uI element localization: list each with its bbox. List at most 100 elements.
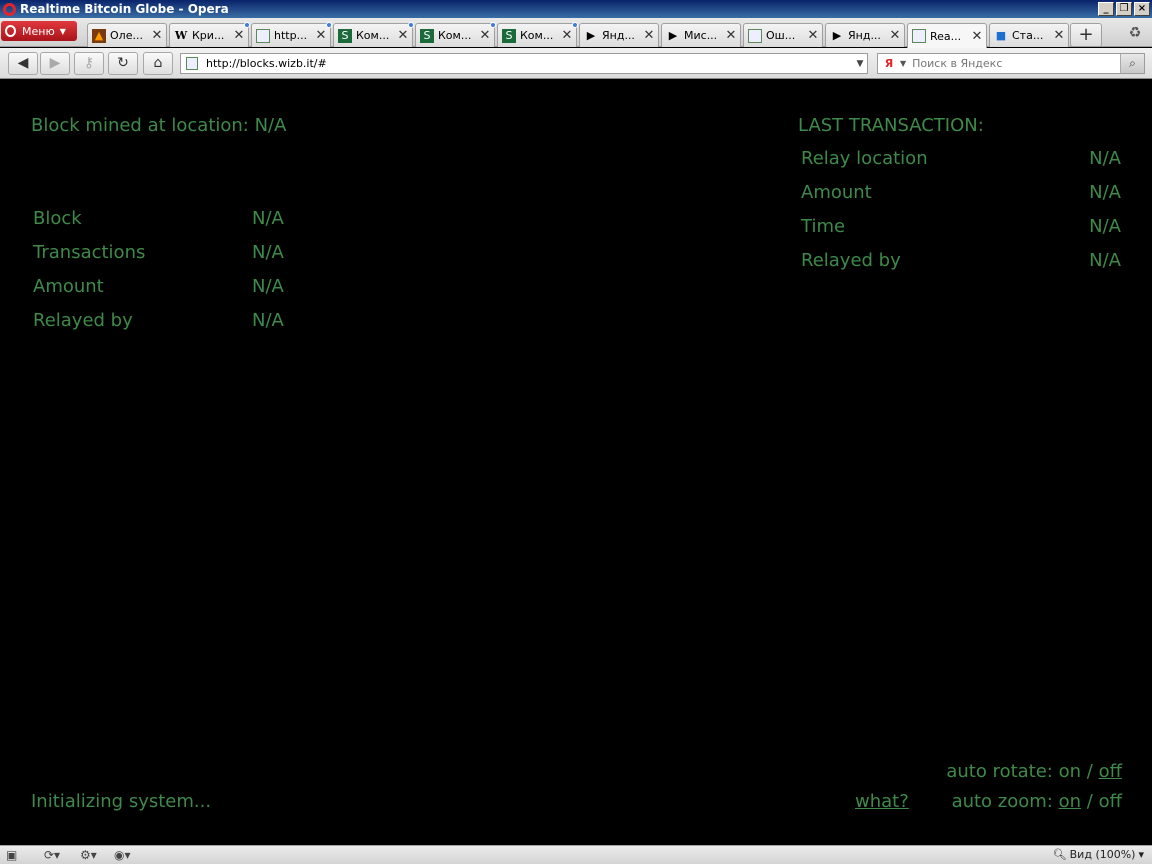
tx-value: N/A [1089,182,1121,203]
browser-tab[interactable]: S Ком... ✕ [333,22,414,47]
info-label: Relayed by [33,310,133,331]
chevron-down-icon: ▼ [59,26,66,36]
opera-menu-button[interactable]: Меню ▼ [1,21,77,41]
close-tab-icon[interactable]: ✕ [642,28,656,43]
image-tab-icon: ▲ [92,28,106,43]
auto-rotate-off-link[interactable]: off [1099,761,1122,782]
wand-button[interactable]: ⚷ [74,52,104,75]
block-info-row: Block N/A [33,208,284,229]
close-tab-icon[interactable]: ✕ [314,28,328,43]
info-label: Block [33,208,82,229]
info-value: N/A [252,310,284,331]
separator: / [1086,791,1093,812]
tab-notification-dot [326,22,332,28]
tx-label: Relayed by [801,250,901,271]
auto-rotate-control: auto rotate: on / off [946,761,1122,782]
cube-icon: ■ [995,28,1007,42]
browser-tab[interactable]: http... ✕ [251,22,332,47]
info-label: Transactions [33,242,146,263]
status-bar: ▣ ⟳▾ ⚙▾ ◉▾ 🔍︎ Вид (100%) ▾ [0,845,1152,864]
chevron-down-icon[interactable]: ▼ [900,59,906,68]
browser-tab[interactable]: Ош... ✕ [743,23,823,47]
arrow-left-icon: ◀ [17,55,29,71]
tab-label: http... [274,29,308,42]
page-icon [186,57,198,70]
tab-notification-dot [408,22,414,28]
play-icon: ▶ [668,28,678,42]
new-tab-button[interactable]: + [1070,23,1102,47]
browser-tab-active[interactable]: Rea... ✕ [907,23,987,48]
zoom-label: Вид (100%) [1069,848,1136,861]
tab-label: Янд... [848,29,881,42]
close-tab-icon[interactable]: ✕ [560,28,574,43]
restore-button[interactable]: ❐ [1116,2,1132,16]
block-info-row: Transactions N/A [33,242,284,263]
browser-tab[interactable]: W Кри... ✕ [169,22,250,47]
unite-icon[interactable]: ⚙▾ [80,848,97,862]
block-info-row: Relayed by N/A [33,310,284,331]
browser-tab[interactable]: ▶ Янд... ✕ [825,23,905,47]
minimize-button[interactable]: _ [1098,2,1114,16]
close-tab-icon[interactable]: ✕ [396,28,410,43]
close-tab-icon[interactable]: ✕ [478,28,492,43]
transaction-row: Relayed by N/A [801,250,1121,271]
tx-label: Relay location [801,148,928,169]
auto-zoom-control: auto zoom: on / off [952,791,1122,812]
close-tab-icon[interactable]: ✕ [888,28,902,43]
tab-label: Ком... [520,29,554,42]
close-tab-icon[interactable]: ✕ [1052,28,1066,43]
tx-value: N/A [1089,216,1121,237]
close-tab-icon[interactable]: ✕ [724,28,738,43]
search-icon[interactable]: ⌕ [1120,54,1144,73]
tab-notification-dot [244,22,250,28]
tab-label: Янд... [602,29,635,42]
trash-icon[interactable]: ♻ [1125,22,1145,44]
search-input[interactable] [912,57,1120,70]
browser-tab[interactable]: ▶ Янд... ✕ [579,23,659,47]
home-button[interactable]: ⌂ [143,52,173,75]
sync-icon[interactable]: ⟳▾ [44,848,60,862]
navigation-bar: ◀ ▶ ⚷ ↻ ⌂ http://blocks.wizb.it/# ▼ Я ▼ … [0,48,1152,79]
page-icon [912,29,926,43]
opera-logo-icon [5,25,16,37]
block-info-row: Amount N/A [33,276,284,297]
opera-logo-icon [3,2,16,16]
browser-tab[interactable]: ■ Ста... ✕ [989,23,1069,47]
close-window-button[interactable]: × [1134,2,1150,16]
auto-zoom-on-link[interactable]: on [1059,791,1081,812]
transaction-row: Time N/A [801,216,1121,237]
close-tab-icon[interactable]: ✕ [150,28,164,43]
site-icon: S [338,28,352,43]
zoom-control[interactable]: 🔍︎ Вид (100%) ▾ [1053,848,1144,861]
yandex-icon[interactable]: Я [882,57,896,71]
browser-tab[interactable]: S Ком... ✕ [415,22,496,47]
auto-rotate-label: auto rotate: [946,761,1053,782]
chevron-down-icon: ▾ [1138,848,1144,861]
turbo-icon[interactable]: ◉▾ [114,848,131,862]
auto-zoom-off: off [1098,791,1122,812]
window-title: Realtime Bitcoin Globe - Opera [20,2,229,16]
panel-toggle-icon[interactable]: ▣ [6,848,17,862]
transaction-row: Amount N/A [801,182,1121,203]
reload-icon: ↻ [117,55,129,71]
tx-label: Time [801,216,846,237]
browser-tab[interactable]: S Ком... ✕ [497,22,578,47]
what-link[interactable]: what? [855,791,909,812]
close-tab-icon[interactable]: ✕ [232,28,246,43]
back-button[interactable]: ◀ [8,52,38,75]
key-icon: ⚷ [83,55,95,71]
address-bar[interactable]: http://blocks.wizb.it/# ▼ [180,53,868,74]
search-box: Я ▼ ⌕ [877,53,1145,74]
forward-button[interactable]: ▶ [40,52,70,75]
info-value: N/A [252,276,284,297]
chevron-down-icon[interactable]: ▼ [853,59,867,69]
browser-tab[interactable]: ▶ Мис... ✕ [661,23,741,47]
browser-tab[interactable]: ▲ Оле... ✕ [87,23,167,47]
status-text: Initializing system... [31,791,212,812]
window-title-bar: Realtime Bitcoin Globe - Opera _ ❐ × [0,0,1152,18]
close-tab-icon[interactable]: ✕ [806,28,820,43]
tab-label: Ком... [438,29,472,42]
auto-zoom-label: auto zoom: [951,791,1053,812]
close-tab-icon[interactable]: ✕ [970,29,984,44]
reload-button[interactable]: ↻ [108,52,138,75]
